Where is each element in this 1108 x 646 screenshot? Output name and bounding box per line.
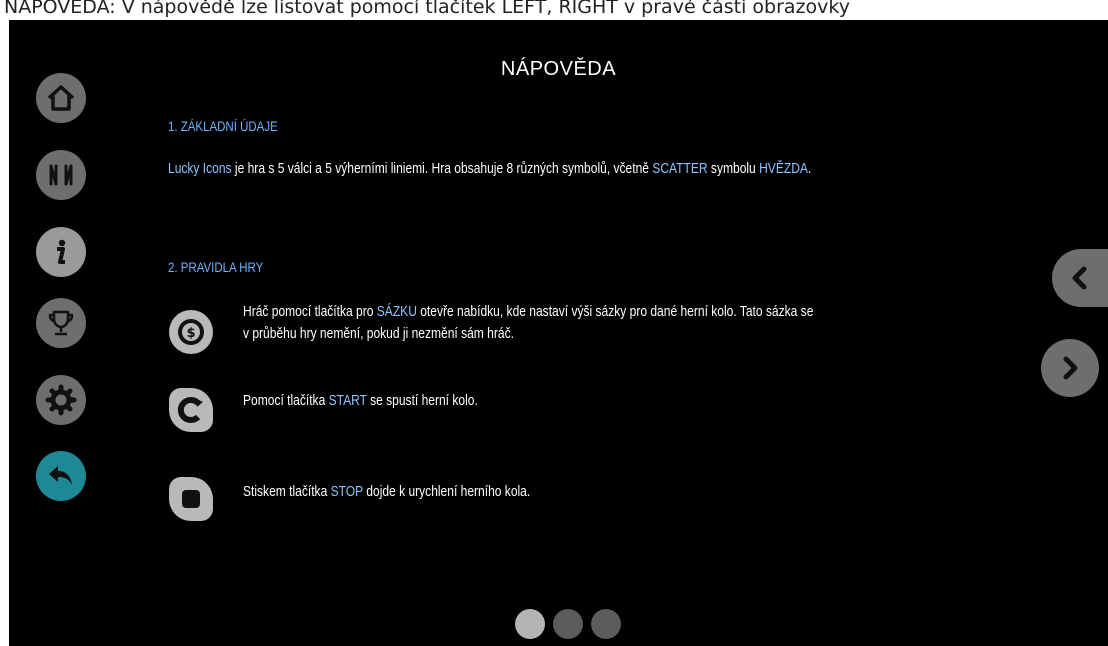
- prev-page-button[interactable]: [1052, 249, 1108, 307]
- gear-icon: [45, 384, 77, 416]
- settings-button[interactable]: [36, 375, 86, 425]
- section-heading-basics: 1. ZÁKLADNÍ ÚDAJE: [168, 118, 278, 134]
- paytable-button[interactable]: [36, 150, 86, 200]
- paytable-icon: [49, 164, 73, 186]
- rule-bet-text-line2: v průběhu hry nemění, pokud ji nezmění s…: [243, 326, 514, 342]
- rule-start-text-b: se spustí herní kolo.: [366, 393, 478, 409]
- rule-stop-text-a: Stiskem tlačítka: [243, 484, 331, 500]
- rule-stop-text: Stiskem tlačítka STOP dojde k urychlení …: [243, 481, 530, 503]
- page-dot-2[interactable]: [553, 609, 583, 639]
- next-page-button[interactable]: [1041, 339, 1099, 397]
- rule-icon-stop: [169, 477, 213, 521]
- basics-text-end: .: [807, 161, 812, 177]
- svg-text:$: $: [186, 326, 195, 341]
- rule-bet-text: Hráč pomocí tlačítka pro SÁZKU otevře na…: [243, 301, 813, 345]
- game-name: Lucky Icons: [168, 161, 232, 177]
- start-refresh-icon: [177, 397, 203, 423]
- rule-start-text: Pomocí tlačítka START se spustí herní ko…: [243, 390, 478, 412]
- basics-text-b: symbolu: [707, 161, 760, 177]
- back-button[interactable]: [36, 451, 86, 501]
- chevron-left-icon: [1072, 266, 1087, 290]
- stop-icon: [182, 490, 200, 508]
- basics-text-a: je hra s 5 válci a 5 výherními liniemi. …: [231, 161, 653, 177]
- section-heading-rules: 2. PRAVIDLA HRY: [168, 259, 264, 275]
- info-icon: [57, 239, 66, 264]
- coin-bet-icon: $: [178, 319, 204, 345]
- trophy-icon: [48, 310, 74, 336]
- rule-icon-start: [169, 388, 213, 432]
- rule-stop-text-b: dojde k urychlení herního kola.: [362, 484, 531, 500]
- page-dot-1[interactable]: [515, 609, 545, 639]
- page-dot-3[interactable]: [591, 609, 621, 639]
- back-arrow-icon: [49, 466, 72, 485]
- rule-bet-text-a: Hráč pomocí tlačítka pro: [243, 304, 377, 320]
- trophy-button[interactable]: [36, 298, 86, 348]
- star-keyword: HVĚZDA: [759, 161, 808, 177]
- basics-paragraph: Lucky Icons je hra s 5 válci a 5 výherní…: [168, 158, 811, 180]
- home-icon: [47, 85, 75, 111]
- help-caption: NÁPOVĚDA: V nápovědě lze listovat pomocí…: [4, 0, 850, 18]
- rule-icon-bet: $: [169, 310, 213, 354]
- info-button[interactable]: [36, 227, 86, 277]
- rule-bet-text-b: otevře nabídku, kde nastaví výši sázky p…: [416, 304, 814, 320]
- rule-start-text-a: Pomocí tlačítka: [243, 393, 329, 409]
- chevron-right-icon: [1063, 356, 1078, 380]
- bet-keyword: SÁZKU: [376, 304, 417, 320]
- page-title: NÁPOVĚDA: [500, 58, 617, 80]
- stop-keyword: STOP: [330, 484, 363, 500]
- scatter-keyword: SCATTER: [652, 161, 708, 177]
- game-screen: NÁPOVĚDA 1. ZÁKLADNÍ ÚDAJE Lucky Icons j…: [9, 20, 1108, 646]
- start-keyword: START: [328, 393, 367, 409]
